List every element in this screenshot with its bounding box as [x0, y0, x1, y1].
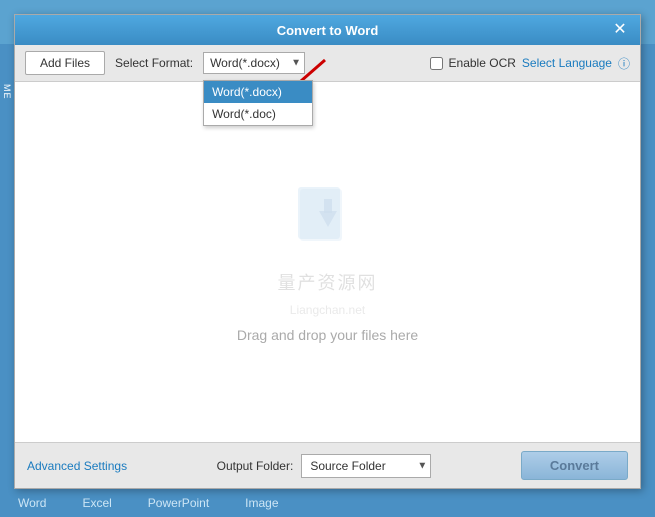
content-area[interactable]: 量产资源网 Liangchan.net Drag and drop your f… — [15, 82, 640, 442]
bottom-tab-bar: Word Excel PowerPoint Image — [0, 489, 655, 517]
ocr-section: Enable OCR Select Language ⓘ — [430, 55, 630, 72]
enable-ocr-checkbox[interactable] — [430, 57, 443, 70]
convert-button[interactable]: Convert — [521, 451, 628, 480]
drag-drop-text: Drag and drop your files here — [237, 327, 418, 343]
title-bar: Convert to Word ✕ — [15, 15, 640, 45]
select-language-link[interactable]: Select Language — [522, 56, 612, 70]
format-option-doc[interactable]: Word(*.doc) — [204, 103, 312, 125]
tab-powerpoint[interactable]: PowerPoint — [140, 492, 217, 514]
tab-excel[interactable]: Excel — [74, 492, 119, 514]
bottom-bar: Advanced Settings Output Folder: Source … — [15, 442, 640, 488]
close-button[interactable]: ✕ — [610, 22, 630, 38]
convert-to-word-dialog: Convert to Word ✕ Add Files Select Forma… — [14, 14, 641, 489]
dialog-title: Convert to Word — [45, 23, 610, 38]
info-icon[interactable]: ⓘ — [618, 55, 630, 72]
advanced-settings-link[interactable]: Advanced Settings — [27, 459, 127, 473]
output-folder-select[interactable]: Source Folder Custom Folder — [301, 454, 431, 478]
sidebar-text: ME — [2, 84, 12, 100]
watermark-text-cn: 量产资源网 — [278, 269, 378, 295]
format-select[interactable]: Word(*.docx) Word(*.doc) — [203, 52, 305, 74]
format-option-docx[interactable]: Word(*.docx) — [204, 81, 312, 103]
watermark-text-en: Liangchan.net — [290, 303, 365, 317]
toolbar: Add Files Select Format: Word(*.docx) Wo… — [15, 45, 640, 82]
watermark: 量产资源网 Liangchan.net — [278, 181, 378, 317]
output-folder-select-wrapper: Source Folder Custom Folder ▼ — [301, 454, 431, 478]
format-dropdown-menu: Word(*.docx) Word(*.doc) — [203, 80, 313, 126]
right-sidebar — [641, 44, 655, 489]
output-folder-label: Output Folder: — [217, 459, 294, 473]
add-files-button[interactable]: Add Files — [25, 51, 105, 75]
left-sidebar: ME — [0, 44, 14, 489]
output-folder-section: Output Folder: Source Folder Custom Fold… — [217, 454, 432, 478]
enable-ocr-label: Enable OCR — [449, 56, 516, 70]
tab-image[interactable]: Image — [237, 492, 286, 514]
tab-word[interactable]: Word — [10, 492, 54, 514]
select-format-label: Select Format: — [115, 56, 193, 70]
format-select-wrapper: Word(*.docx) Word(*.doc) ▼ Word(*.docx) … — [203, 52, 305, 74]
watermark-logo-icon — [288, 181, 368, 261]
